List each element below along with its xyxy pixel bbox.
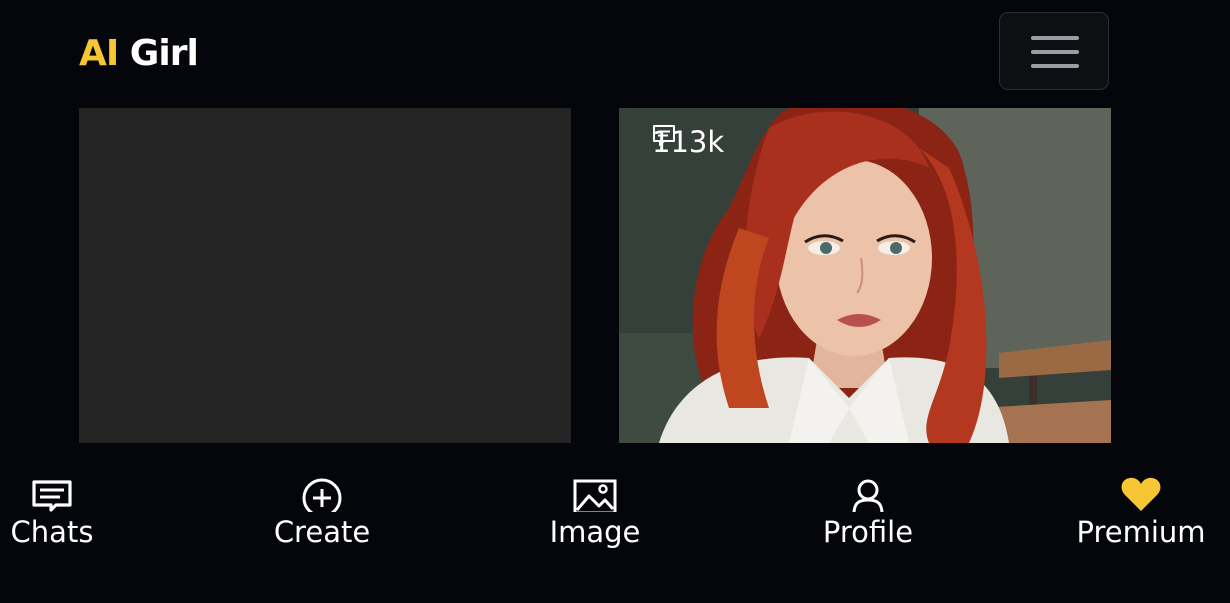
nav-label-chats: Chats [10, 515, 94, 549]
hamburger-menu-icon [1031, 64, 1079, 68]
chat-count: 113k [652, 124, 724, 160]
character-card-placeholder[interactable] [79, 108, 571, 443]
nav-label-image: Image [549, 515, 641, 549]
heart-icon [1121, 477, 1161, 511]
bottom-navigation: Chats Create Image Profile Premium [0, 468, 1230, 578]
nav-item-image[interactable]: Image [535, 468, 655, 552]
image-icon [573, 479, 617, 512]
user-icon [852, 479, 884, 512]
menu-button[interactable] [999, 12, 1109, 90]
character-card[interactable]: 113k [619, 108, 1111, 443]
nav-item-profile[interactable]: Profile [808, 468, 928, 552]
message-icon [32, 480, 72, 512]
message-icon [653, 125, 675, 146]
nav-label-profile: Profile [822, 515, 914, 549]
hamburger-menu-icon [1031, 36, 1079, 40]
nav-item-create[interactable]: Create [262, 468, 382, 552]
nav-item-premium[interactable]: Premium [1068, 468, 1214, 552]
logo-text: Girl [118, 33, 199, 74]
app-page: AI Girl 113k Chats Create Image Profile … [0, 0, 1230, 603]
logo-accent-text: AI [79, 33, 119, 74]
nav-item-chats[interactable]: Chats [0, 468, 104, 552]
nav-label-create: Create [273, 515, 371, 549]
hamburger-menu-icon [1031, 50, 1079, 54]
app-logo[interactable]: AI Girl [79, 30, 199, 78]
plus-circle-icon [302, 478, 342, 512]
nav-label-premium: Premium [1076, 515, 1206, 549]
